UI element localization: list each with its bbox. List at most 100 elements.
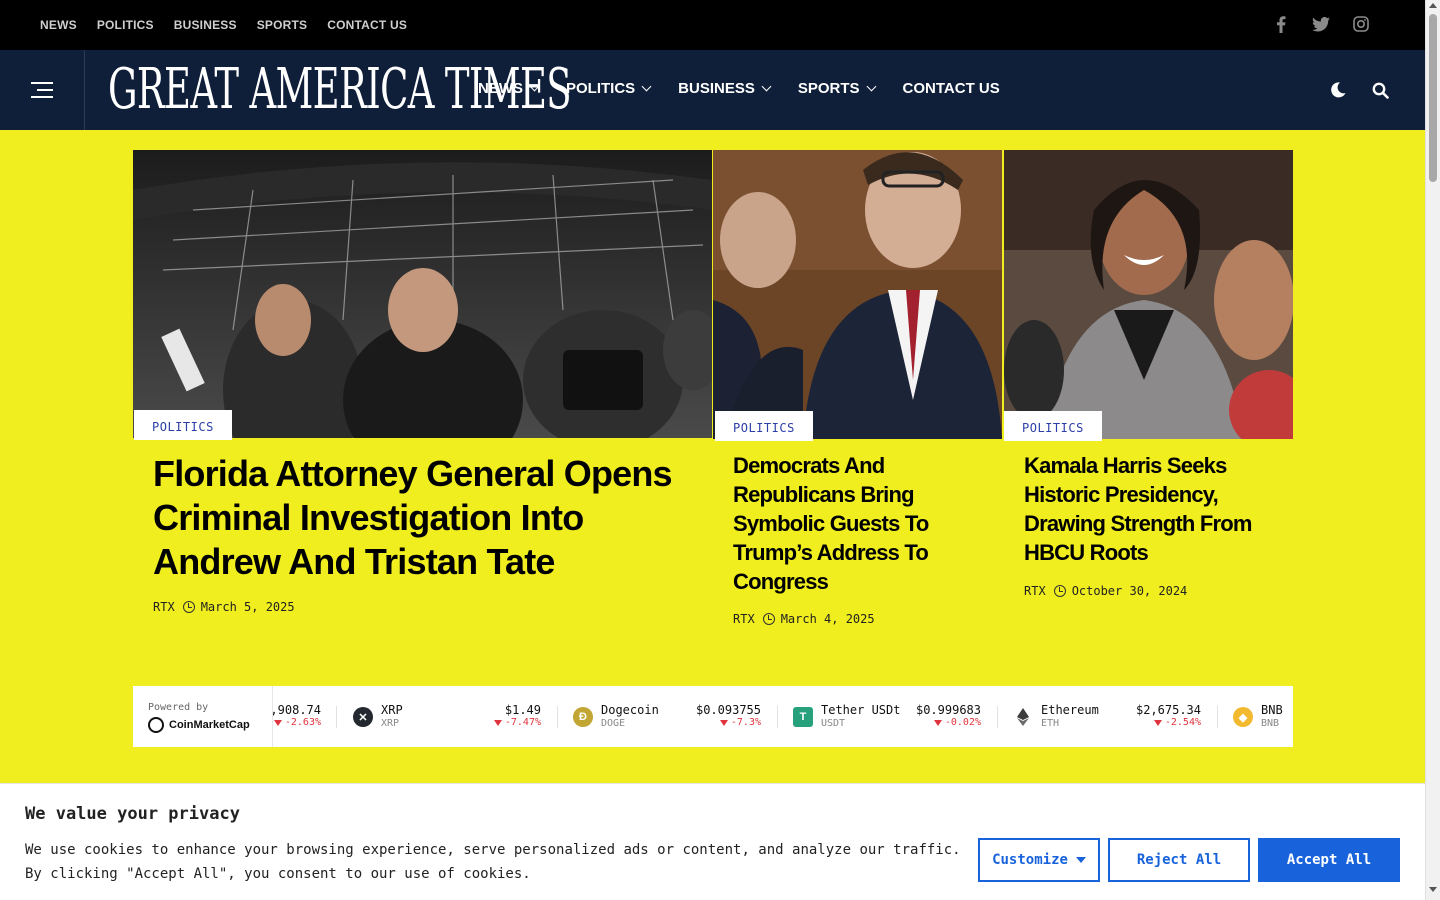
chevron-down-icon [866,81,876,92]
featured-article-main[interactable]: POLITICS Florida Attorney General Opens … [133,150,712,630]
customize-button[interactable]: Customize [978,838,1100,882]
category-badge[interactable]: POLITICS [715,411,813,441]
coin-change-value: -0.02% [944,717,981,728]
chevron-down-icon [641,81,652,92]
down-arrow-icon [719,719,728,726]
article-title[interactable]: Kamala Harris Seeks Historic Presidency,… [1024,451,1284,567]
chevron-down-icon [529,81,540,92]
scroll-down-icon[interactable] [1429,887,1437,892]
featured-article-third[interactable]: POLITICS Kamala Harris Seeks Historic Pr… [1004,150,1293,620]
main-menu: NEWS POLITICS BUSINESS SPORTS CONTACT US [478,80,1000,97]
hamburger-icon [31,82,53,98]
powered-by-label: Powered by [148,702,209,713]
menu-item-label: SPORTS [797,80,860,97]
facebook-icon[interactable] [1272,14,1290,34]
article-author[interactable]: RTX [1024,584,1046,598]
instagram-icon[interactable] [1352,14,1370,34]
menu-item-news[interactable]: NEWS [478,80,540,97]
twitter-icon[interactable] [1312,14,1330,34]
coin-change: -7.47% [493,717,541,728]
scroll-up-icon[interactable] [1429,3,1437,8]
menu-item-politics[interactable]: POLITICS [566,80,652,97]
menu-toggle-button[interactable] [0,50,85,130]
ticker-divider [336,706,337,728]
ticker-divider [777,706,778,728]
article-date: March 5, 2025 [200,600,295,614]
main-header: GREAT AMERICA TIMES NEWS POLITICS BUSINE… [0,50,1425,130]
coin-name: Ethereum [1041,703,1099,717]
cookie-heading: We value your privacy [25,804,240,824]
article-title[interactable]: Democrats And Republicans Bring Symbolic… [733,451,993,596]
down-arrow-icon [933,719,942,726]
cookie-consent-banner: We value your privacy We use cookies to … [0,783,1425,900]
social-links [1272,14,1370,34]
down-arrow-icon [273,719,282,726]
ticker-divider [557,706,558,728]
coin-symbol: DOGE [601,718,626,729]
article-meta: RTX October 30, 2024 [1024,584,1187,598]
menu-item-business[interactable]: BUSINESS [678,80,772,97]
article-meta: RTX March 5, 2025 [153,600,295,614]
coin-symbol: BNB [1261,718,1280,729]
coin-symbol: XRP [381,718,400,729]
ticker-divider [997,706,998,728]
top-link-news[interactable]: NEWS [40,18,77,32]
page-scrollbar[interactable] [1425,0,1440,900]
article-author[interactable]: RTX [153,600,175,614]
ticker-coin-bnb[interactable]: ◆ BNB BNB [1233,686,1293,747]
reject-all-button[interactable]: Reject All [1108,838,1250,882]
category-badge[interactable]: POLITICS [1004,411,1102,441]
scrollbar-thumb[interactable] [1429,14,1437,182]
header-tools [1328,80,1390,100]
featured-article-second[interactable]: POLITICS Democrats And Republicans Bring… [713,150,1003,640]
coin-price: $0.093755 [695,703,761,717]
top-link-contact-us[interactable]: CONTACT US [327,18,407,32]
coin-change-value: -2.63% [284,717,321,728]
down-arrow-icon [1153,719,1162,726]
clock-icon [1053,585,1066,597]
article-image[interactable] [1004,150,1293,439]
crypto-ticker: Powered by CoinMarketCap ,908.74 -2.63% … [133,686,1293,747]
ticker-coin-xrp[interactable]: ✕ XRP XRP $1.49 -7.47% [353,686,541,747]
article-image[interactable] [133,150,712,438]
coin-symbol: USDT [821,718,846,729]
article-date: March 4, 2025 [780,612,875,626]
bnb-icon: ◆ [1233,707,1253,727]
ticker-coin-ethereum[interactable]: Ethereum ETH $2,675.34 -2.54% [1013,686,1201,747]
search-icon[interactable] [1370,80,1390,100]
powered-by-widget[interactable]: Powered by CoinMarketCap [133,686,273,747]
category-badge[interactable]: POLITICS [134,410,232,440]
coin-name: XRP [381,703,403,717]
coin-change-value: -7.47% [504,717,541,728]
customize-label: Customize [992,852,1068,868]
ticker-coin-tether[interactable]: T Tether USDt USDT $0.999683 -0.02% [793,686,981,747]
top-link-politics[interactable]: POLITICS [97,18,154,32]
menu-item-label: NEWS [478,80,523,97]
menu-item-label: BUSINESS [678,80,755,97]
top-bar: NEWS POLITICS BUSINESS SPORTS CONTACT US [0,0,1425,50]
article-date: October 30, 2024 [1071,584,1188,598]
accept-all-button[interactable]: Accept All [1258,838,1400,882]
coin-change: -7.3% [719,717,761,728]
chevron-down-icon [761,81,772,92]
article-image[interactable] [713,150,1002,439]
dogecoin-icon: Ð [573,707,593,727]
article-title[interactable]: Florida Attorney General Opens Criminal … [153,452,698,584]
coin-change: -0.02% [933,717,981,728]
down-arrow-icon [493,719,502,726]
dark-mode-icon[interactable] [1328,80,1348,100]
top-link-sports[interactable]: SPORTS [257,18,308,32]
article-meta: RTX March 4, 2025 [733,612,875,626]
coin-name: Tether USDt [821,703,901,717]
coin-change: -2.63% [273,717,321,728]
coin-change-value: -2.54% [1164,717,1201,728]
menu-item-sports[interactable]: SPORTS [797,80,876,97]
menu-item-label: POLITICS [566,80,636,97]
menu-item-contact-us[interactable]: CONTACT US [903,80,1000,97]
ticker-coin-dogecoin[interactable]: Ð Dogecoin DOGE $0.093755 -7.3% [573,686,761,747]
article-author[interactable]: RTX [733,612,755,626]
coin-name: Dogecoin [601,703,659,717]
clock-icon [182,601,195,613]
coin-price: $0.999683 [915,703,981,717]
top-link-business[interactable]: BUSINESS [174,18,237,32]
